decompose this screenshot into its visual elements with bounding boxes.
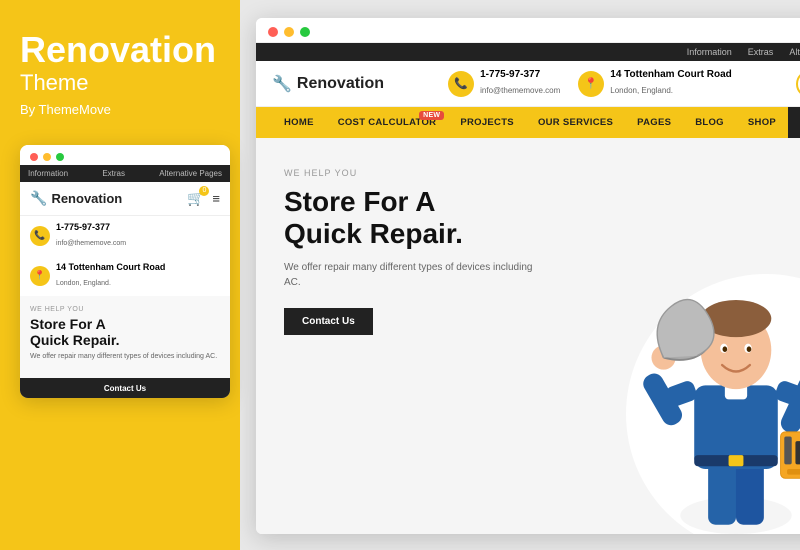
desktop-dot-green xyxy=(300,27,310,37)
desktop-wrench-icon: 🔧 xyxy=(272,74,292,94)
dot-yellow xyxy=(43,153,51,161)
desktop-address-item: 📍 14 Tottenham Court Road London, Englan… xyxy=(578,69,731,98)
left-panel: Renovation Theme By ThemeMove Informatio… xyxy=(0,0,240,550)
topnav-extras[interactable]: Extras xyxy=(748,47,774,57)
mobile-dots xyxy=(20,145,230,165)
desktop-search-button[interactable]: 🔍 xyxy=(796,70,800,98)
menu-icon[interactable]: ≡ xyxy=(212,191,220,206)
nav-shop[interactable]: SHOP xyxy=(736,107,788,138)
mobile-preview-card: Information Extras Alternative Pages 🔧 R… xyxy=(20,145,230,399)
mobile-eyebrow: WE HELP YOU xyxy=(30,306,220,313)
desktop-phone-icon: 📞 xyxy=(448,71,474,97)
desktop-topnav: Information Extras Alternative Pages xyxy=(256,43,800,61)
desktop-address-info: 14 Tottenham Court Road London, England. xyxy=(610,69,731,98)
desktop-phone-info: 1-775-97-377 info@thememove.com xyxy=(480,69,560,98)
nav-home[interactable]: HOME xyxy=(272,107,326,138)
mobile-header-icons: 🛒0 ≡ xyxy=(187,190,220,207)
desktop-contacts: 📞 1-775-97-377 info@thememove.com 📍 14 T… xyxy=(448,69,732,98)
hero-headline: Store For A Quick Repair. xyxy=(284,186,538,250)
desktop-mockup: Information Extras Alternative Pages 🔧 R… xyxy=(256,18,800,534)
right-panel: Information Extras Alternative Pages 🔧 R… xyxy=(240,0,800,550)
mobile-phone-row: 📞 1-775-97-377 info@thememove.com xyxy=(20,216,230,256)
mobile-topbar: Information Extras Alternative Pages xyxy=(20,165,230,182)
mobile-cta-bar[interactable]: Contact Us xyxy=(20,378,230,398)
desktop-dot-yellow xyxy=(284,27,294,37)
phone-icon-sm: 📞 xyxy=(30,226,50,246)
desktop-phone-item: 📞 1-775-97-377 info@thememove.com xyxy=(448,69,560,98)
desktop-mainnav: HOME COST CALCULATOR NEW PROJECTS OUR SE… xyxy=(256,107,800,138)
nav-blog[interactable]: BLOG xyxy=(683,107,736,138)
topnav-alt-pages[interactable]: Alternative Pages xyxy=(789,47,800,57)
dot-red xyxy=(30,153,38,161)
mobile-header: 🔧 Renovation 🛒0 ≡ xyxy=(20,182,230,216)
mobile-logo: 🔧 Renovation xyxy=(30,190,122,207)
mobile-address-info: 14 Tottenham Court Road London, England. xyxy=(56,262,165,290)
hero-image-area xyxy=(566,138,800,534)
mobile-topbar-info[interactable]: Information xyxy=(28,169,68,178)
desktop-dot-red xyxy=(268,27,278,37)
nav-contact[interactable]: CONTACT xyxy=(788,107,800,138)
worker-illustration xyxy=(616,274,800,534)
nav-our-services[interactable]: OUR SERVICES xyxy=(526,107,625,138)
desktop-logo-text: Renovation xyxy=(297,75,384,93)
hero-content: WE HELP YOU Store For A Quick Repair. We… xyxy=(256,138,566,534)
mobile-headline: Store For A Quick Repair. xyxy=(30,316,220,350)
mobile-topbar-alt[interactable]: Alternative Pages xyxy=(159,169,222,178)
mobile-hero: WE HELP YOU Store For A Quick Repair. We… xyxy=(20,296,230,379)
hero-cta-button[interactable]: Contact Us xyxy=(284,308,373,335)
topnav-information[interactable]: Information xyxy=(687,47,732,57)
mobile-phone-info: 1-775-97-377 info@thememove.com xyxy=(56,222,126,250)
brand-byline: By ThemeMove xyxy=(20,102,220,117)
mobile-topbar-extras[interactable]: Extras xyxy=(102,169,125,178)
header-actions: 🔍 🛒0 xyxy=(796,70,800,98)
mobile-cta-label: Contact Us xyxy=(104,384,146,393)
desktop-dots xyxy=(256,18,800,43)
desktop-header: 🔧 Renovation 📞 1-775-97-377 info@thememo… xyxy=(256,61,800,107)
mobile-logo-text: Renovation xyxy=(51,191,122,206)
desktop-location-icon: 📍 xyxy=(578,71,604,97)
nav-cost-calculator[interactable]: COST CALCULATOR NEW xyxy=(326,107,449,138)
nav-new-badge: NEW xyxy=(419,111,444,120)
hero-subtext: We offer repair many different types of … xyxy=(284,260,538,290)
mobile-address-row: 📍 14 Tottenham Court Road London, Englan… xyxy=(20,256,230,296)
desktop-hero: WE HELP YOU Store For A Quick Repair. We… xyxy=(256,138,800,534)
cart-badge-count: 0 xyxy=(199,186,209,196)
desktop-logo: 🔧 Renovation xyxy=(272,74,384,94)
wrench-icon: 🔧 xyxy=(30,190,47,207)
mobile-cart-icon[interactable]: 🛒0 xyxy=(187,190,204,207)
nav-projects[interactable]: PROJECTS xyxy=(448,107,526,138)
mobile-body-text: We offer repair many different types of … xyxy=(30,353,220,360)
location-icon-sm: 📍 xyxy=(30,266,50,286)
dot-green xyxy=(56,153,64,161)
hero-eyebrow: WE HELP YOU xyxy=(284,168,538,178)
brand-subtitle: Theme xyxy=(20,70,220,96)
nav-pages[interactable]: PAGES xyxy=(625,107,683,138)
brand-title: Renovation xyxy=(20,30,220,70)
